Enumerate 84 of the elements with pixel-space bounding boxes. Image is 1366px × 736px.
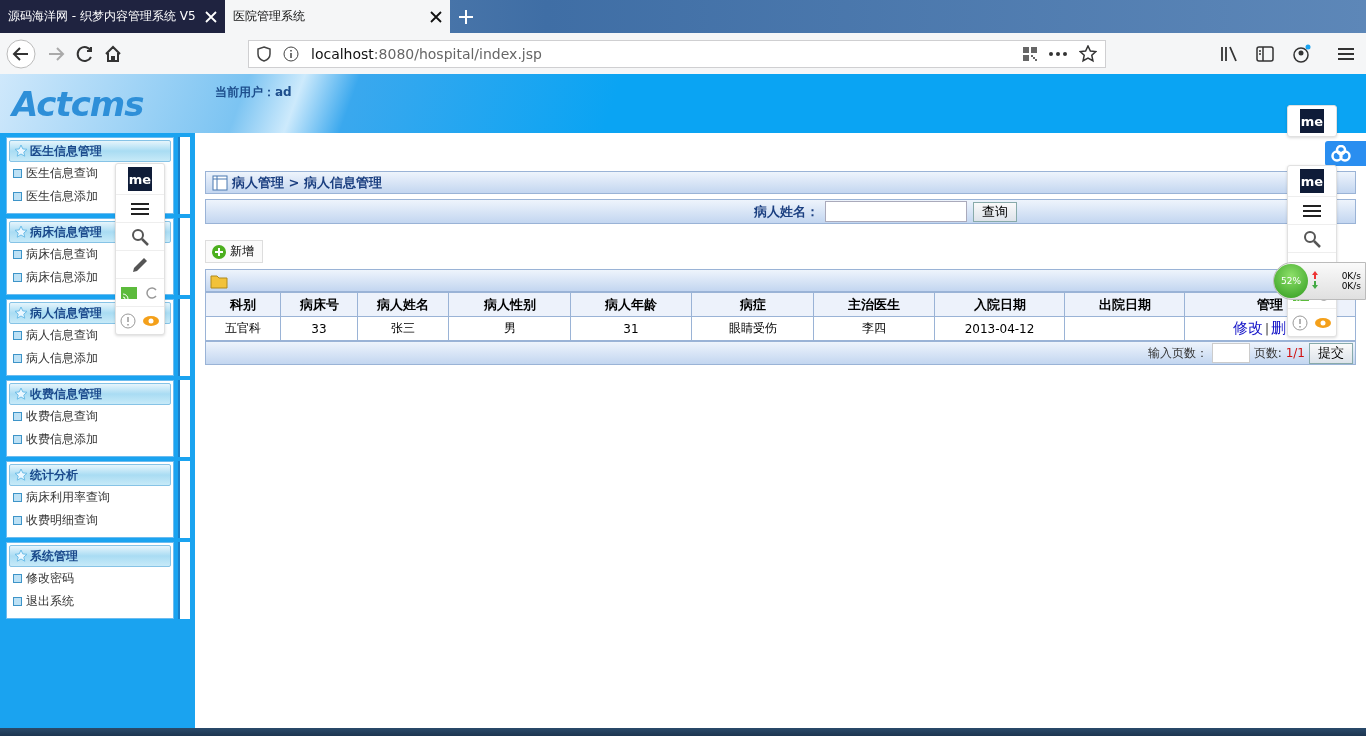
shield-icon [257,45,271,62]
column-header: 病人性别 [448,292,571,317]
menu-icon[interactable] [1338,46,1354,61]
refresh-icon[interactable] [145,285,159,300]
table-cell: 张三 [357,316,449,341]
back-icon[interactable] [6,38,36,69]
extension-logo[interactable]: me [1300,109,1324,133]
column-header: 入院日期 [934,292,1065,317]
search-icon[interactable] [131,227,149,246]
folder-icon [210,272,228,289]
address-bar[interactable]: localhost:8080/hospital/index.jsp [248,39,1106,68]
menu-icon[interactable] [131,201,149,216]
column-header: 病人姓名 [357,292,449,317]
query-button[interactable]: 查询 [973,201,1017,222]
table-cell: 2013-04-12 [934,316,1065,341]
search-icon[interactable] [1303,229,1321,248]
extension-logo[interactable]: me [1300,169,1324,193]
extension-logo[interactable]: me [128,167,152,191]
upload-rate: 0K/s [1341,271,1361,281]
plus-icon [212,244,226,259]
group-title[interactable]: 系统管理 [9,545,171,567]
menu-icon[interactable] [1303,203,1321,218]
table-cell: 31 [570,316,692,341]
panel-icon [212,174,228,191]
table-cell: 五官科 [205,316,281,341]
table-cell: 男 [448,316,571,341]
submit-button[interactable]: 提交 [1309,342,1353,364]
page-count: 1/1 [1285,346,1305,360]
browser-tab[interactable]: 医院管理系统 [225,0,450,33]
separator: | [1265,322,1270,336]
logo: Actcms [9,83,145,126]
info-icon [283,45,299,62]
column-header: 病人年龄 [570,292,692,317]
up-arrow-icon [1312,271,1318,279]
more-icon[interactable] [1049,51,1067,56]
star-icon [14,387,28,401]
library-icon[interactable] [1220,45,1238,62]
pages-label: 页数: [1253,344,1282,362]
name-input[interactable] [825,201,967,222]
home-icon[interactable] [104,44,122,63]
menu-link[interactable]: 收费明细查询 [9,509,171,532]
reload-icon[interactable] [76,44,94,63]
sidebar-icon[interactable] [1256,45,1274,62]
cloud-button[interactable] [1325,141,1366,166]
action-link[interactable]: 删 [1271,319,1287,337]
menu-link[interactable]: 收费信息添加 [9,428,171,451]
group-title[interactable]: 医生信息管理 [9,140,171,162]
group-title[interactable]: 收费信息管理 [9,383,171,405]
cloud-icon [1330,144,1352,163]
star-icon [14,225,28,239]
group-title[interactable]: 统计分析 [9,464,171,486]
menu-link[interactable]: 修改密码 [9,567,171,590]
menu-link[interactable]: 收费信息查询 [9,405,171,428]
cpu-gauge: 52% [1274,264,1308,298]
menu-link[interactable]: 退出系统 [9,590,171,613]
url-text: localhost:8080/hospital/index.jsp [311,45,543,62]
star-icon [14,144,28,158]
page-input[interactable] [1211,343,1250,363]
column-header: 主治医生 [813,292,935,317]
table-cell: 眼睛受伤 [691,316,814,341]
star-bookmark-icon[interactable] [1079,44,1097,63]
account-icon[interactable] [1292,43,1312,64]
table-cell: 33 [280,316,358,341]
table-cell: 李四 [813,316,935,341]
menu-link[interactable]: 病床信息添加 [9,266,171,289]
download-rate: 0K/s [1341,281,1361,291]
pencil-icon[interactable] [131,255,149,274]
current-user: 当前用户：ad [215,84,292,101]
menu-link[interactable]: 病床利用率查询 [9,486,171,509]
action-link[interactable]: 修改 [1233,319,1263,337]
qr-code-icon[interactable] [1023,46,1037,61]
star-icon [14,468,28,482]
column-header: 病床号 [280,292,358,317]
add-button[interactable]: 新增 [205,240,263,263]
menu-link[interactable]: 病床信息查询 [9,243,171,266]
browser-tab[interactable]: 源码海洋网 - 织梦内容管理系统 V5 [0,0,225,33]
field-label: 病人姓名： [754,202,819,221]
star-icon [14,549,28,563]
page-input-label: 输入页数： [1147,344,1208,362]
close-icon[interactable] [430,10,442,23]
column-header: 病症 [691,292,814,317]
column-header: 出院日期 [1064,292,1185,317]
column-header: 科别 [205,292,281,317]
down-arrow-icon [1312,281,1318,289]
